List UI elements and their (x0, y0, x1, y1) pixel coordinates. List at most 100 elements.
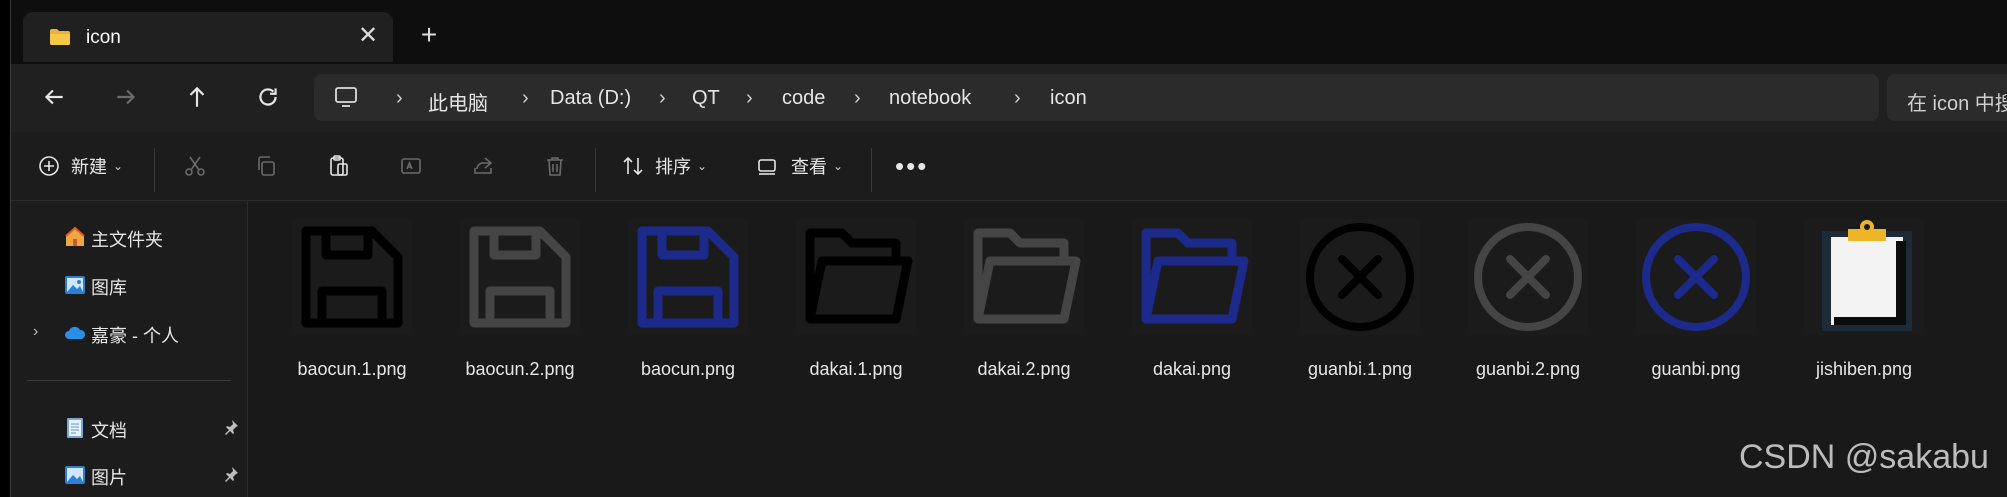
plus-icon[interactable]: + (416, 21, 442, 49)
file-name: baocun.2.png (465, 359, 575, 379)
arrow-up-icon[interactable] (184, 84, 216, 116)
home-icon (65, 226, 85, 246)
sidebar-item-label: 文档 (91, 421, 127, 441)
sidebar-item-label: 图片 (91, 468, 127, 488)
command-bar: 新建 ⌄ 排序 ⌄ 查看 ⌄ ••• (11, 132, 2007, 201)
paste-button[interactable] (327, 150, 351, 182)
cut-button[interactable] (183, 150, 207, 182)
gallery-icon (65, 276, 85, 294)
folder-open-icon (796, 219, 916, 335)
address-row: › 此电脑 › Data (D:) › QT › code › notebook… (11, 64, 2007, 132)
divider (27, 380, 231, 381)
file-name: dakai.png (1152, 359, 1232, 379)
sidebar-item-gallery[interactable]: 图库 (11, 267, 247, 303)
sort-label: 排序 (655, 157, 691, 177)
clipboard-icon (1804, 219, 1924, 335)
file-item[interactable]: dakai.2.png (949, 219, 1099, 379)
file-item[interactable]: dakai.png (1117, 219, 1267, 379)
file-name: guanbi.1.png (1307, 359, 1413, 379)
file-item[interactable]: jishiben.png (1789, 219, 1939, 379)
close-circle-icon (1300, 219, 1420, 335)
tab-strip: icon ✕ + (11, 0, 2007, 64)
folder-icon (50, 29, 70, 45)
delete-button[interactable] (543, 150, 567, 182)
file-item[interactable]: baocun.1.png (277, 219, 427, 379)
arrow-left-icon[interactable] (41, 84, 73, 116)
close-circle-icon (1468, 219, 1588, 335)
chevron-down-icon: ⌄ (833, 159, 844, 173)
sidebar-item-label: 嘉豪 - 个人 (91, 326, 179, 346)
file-item[interactable]: guanbi.2.png (1453, 219, 1603, 379)
document-icon (67, 418, 83, 438)
view-label: 查看 (791, 157, 827, 177)
onedrive-icon (65, 326, 86, 339)
file-explorer-window: icon ✕ + › 此电脑 › Data (D:) › QT › code ›… (10, 0, 2007, 497)
file-name: jishiben.png (1815, 359, 1913, 379)
chevron-right-icon: › (854, 87, 861, 109)
view-button[interactable]: 查看 ⌄ (755, 150, 843, 182)
sort-button[interactable]: 排序 ⌄ (621, 150, 707, 182)
chevron-right-icon: › (396, 87, 403, 109)
new-button[interactable]: 新建 ⌄ (37, 150, 123, 182)
save-icon (460, 219, 580, 335)
arrow-right-icon[interactable] (113, 84, 145, 116)
chevron-right-icon: › (522, 87, 529, 109)
sort-icon (623, 156, 643, 176)
chevron-right-icon: › (659, 87, 666, 109)
computer-icon (335, 87, 357, 107)
watermark-text: CSDN @sakabu (1739, 438, 1989, 476)
sidebar-item-documents[interactable]: 文档 (11, 410, 247, 446)
copy-icon (258, 156, 275, 176)
address-bar[interactable]: › 此电脑 › Data (D:) › QT › code › notebook… (314, 74, 1879, 121)
file-item[interactable]: baocun.png (613, 219, 763, 379)
pin-icon (225, 467, 238, 482)
breadcrumb-item[interactable]: QT (692, 87, 720, 110)
file-name: guanbi.2.png (1475, 359, 1581, 379)
breadcrumb-item[interactable]: 此电脑 (428, 87, 488, 116)
save-icon (628, 219, 748, 335)
rename-button[interactable] (399, 150, 423, 182)
file-item[interactable]: guanbi.png (1621, 219, 1771, 379)
search-input[interactable]: 在 icon 中搜 (1887, 74, 2007, 121)
search-placeholder: 在 icon 中搜 (1907, 93, 2007, 115)
folder-open-icon (1132, 219, 1252, 335)
tab-icon[interactable]: icon ✕ (23, 12, 393, 62)
chevron-right-icon[interactable]: › (33, 323, 38, 341)
file-name: baocun.1.png (297, 359, 407, 379)
pictures-icon (65, 466, 85, 484)
sidebar-item-label: 图库 (91, 278, 127, 298)
file-item[interactable]: guanbi.1.png (1285, 219, 1435, 379)
sidebar-item-onedrive[interactable]: › 嘉豪 - 个人 (11, 315, 247, 351)
file-item[interactable]: baocun.2.png (445, 219, 595, 379)
file-name: guanbi.png (1651, 359, 1741, 379)
save-icon (292, 219, 412, 335)
share-button[interactable] (471, 150, 495, 182)
copy-button[interactable] (254, 150, 278, 182)
divider (154, 148, 155, 192)
breadcrumb-item[interactable]: Data (D:) (550, 87, 631, 110)
close-icon[interactable]: ✕ (355, 23, 381, 49)
breadcrumb-item[interactable]: icon (1050, 87, 1087, 110)
breadcrumb-item[interactable]: notebook (889, 87, 971, 110)
paste-icon (330, 155, 348, 176)
sidebar-item-pictures[interactable]: 图片 (11, 457, 247, 493)
chevron-right-icon: › (746, 87, 753, 109)
file-name: baocun.png (640, 359, 736, 379)
divider (871, 148, 872, 192)
trash-icon (547, 157, 563, 176)
plus-circle-icon (39, 156, 59, 176)
tab-title: icon (86, 27, 121, 48)
breadcrumb-item[interactable]: code (782, 87, 825, 110)
ellipsis-icon[interactable]: ••• (895, 150, 928, 182)
navigation-pane: 主文件夹 图库 › 嘉豪 - 个人 文档 图片 (11, 201, 248, 497)
file-name: dakai.2.png (977, 359, 1071, 379)
sidebar-item-label: 主文件夹 (91, 230, 163, 250)
rename-icon (401, 158, 421, 174)
file-item[interactable]: dakai.1.png (781, 219, 931, 379)
refresh-icon[interactable] (255, 84, 287, 116)
chevron-right-icon: › (1014, 87, 1021, 109)
chevron-down-icon: ⌄ (697, 159, 708, 173)
new-label: 新建 (71, 157, 107, 177)
pin-icon (225, 420, 238, 435)
sidebar-item-home[interactable]: 主文件夹 (11, 219, 247, 255)
